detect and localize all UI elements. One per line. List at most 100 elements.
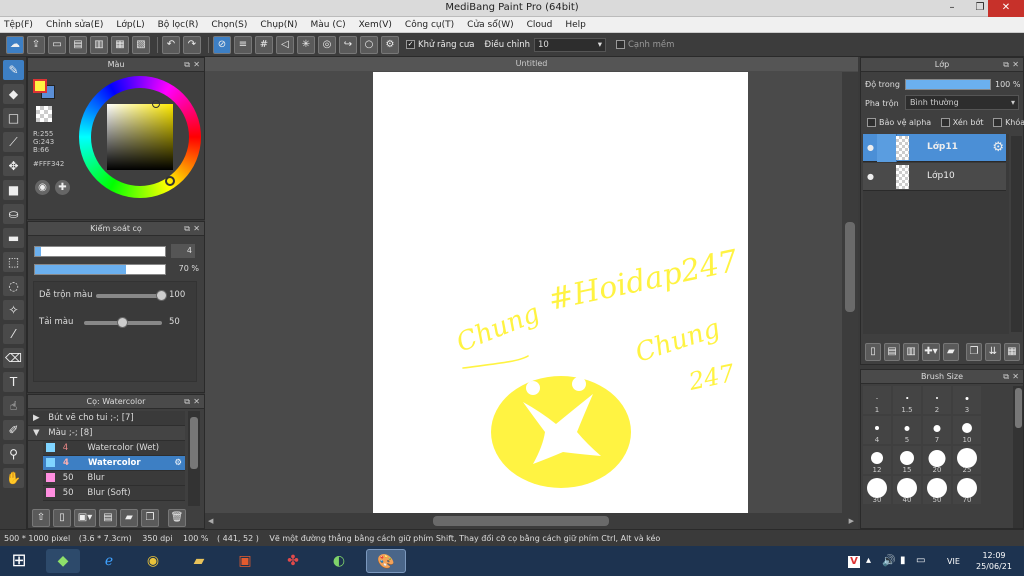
- comment-icon[interactable]: ▭: [48, 35, 66, 54]
- menu-snap[interactable]: Chụp(N): [260, 20, 297, 30]
- eye-icon[interactable]: ●: [867, 143, 874, 152]
- app-green-icon[interactable]: ◐: [322, 549, 356, 573]
- menu-help[interactable]: Help: [565, 20, 586, 30]
- brush-size-bar[interactable]: [34, 246, 166, 257]
- mix-slider-knob[interactable]: [156, 290, 167, 301]
- menu-layer[interactable]: Lớp(L): [116, 20, 144, 30]
- brush-size-cell[interactable]: 15: [893, 446, 921, 474]
- upload-icon[interactable]: ⇪: [27, 35, 45, 54]
- canvas-tab[interactable]: Untitled: [205, 57, 858, 71]
- layer-more-icon[interactable]: ▦: [1003, 343, 1020, 361]
- menu-tools[interactable]: Công cụ(T): [405, 20, 454, 30]
- brush-copy-icon[interactable]: ▤: [99, 509, 117, 527]
- brush-size-cell[interactable]: 25: [953, 446, 981, 474]
- clipping-checkbox[interactable]: Xén bớt: [940, 118, 984, 127]
- brush-group-row[interactable]: ▶ Bút vẽ cho tui ;-; [7]: [28, 411, 185, 426]
- close-panel-icon[interactable]: ✕: [193, 222, 200, 236]
- rect-select-tool-icon[interactable]: □: [3, 108, 24, 128]
- protect-alpha-check-icon[interactable]: [867, 118, 876, 127]
- internet-explorer-icon[interactable]: ℯ: [92, 549, 126, 573]
- curve-snap-icon[interactable]: ↪: [339, 35, 357, 54]
- load-slider[interactable]: [84, 317, 162, 328]
- close-panel-icon[interactable]: ✕: [193, 395, 200, 409]
- chrome-icon[interactable]: ◉: [136, 549, 170, 573]
- close-panel-icon[interactable]: ✕: [193, 58, 200, 72]
- layer-menu-icon[interactable]: ✚▾: [922, 343, 940, 361]
- fill-rect-tool-icon[interactable]: ■: [3, 180, 24, 200]
- trash-icon[interactable]: 🗑: [168, 509, 186, 527]
- brush-size-value[interactable]: 4: [171, 244, 195, 258]
- brush-size-cell[interactable]: 10: [953, 416, 981, 444]
- brush-size-cell[interactable]: 1: [863, 386, 891, 414]
- layer-opacity-bar[interactable]: [905, 79, 991, 90]
- cross-snap-icon[interactable]: #: [255, 35, 273, 54]
- brush-size-cell[interactable]: 2: [923, 386, 951, 414]
- layer-list-scrollbar[interactable]: [1011, 136, 1022, 332]
- brush-opacity-bar[interactable]: [34, 264, 166, 275]
- margin-check-icon[interactable]: [615, 39, 625, 49]
- radial-snap-icon[interactable]: ✳: [297, 35, 315, 54]
- brush-item[interactable]: 50 Blur: [43, 471, 185, 486]
- brush-size-cell[interactable]: 50: [923, 476, 951, 504]
- network-icon[interactable]: ▮: [900, 555, 906, 566]
- move-tool-icon[interactable]: ✥: [3, 156, 24, 176]
- brush-item[interactable]: 50 Blur (Soft): [43, 486, 185, 501]
- canvas-horizontal-scrollbar[interactable]: ◀ ▶: [205, 513, 858, 529]
- eye-icon[interactable]: ●: [867, 172, 874, 181]
- file-explorer-icon[interactable]: ▰: [182, 549, 216, 573]
- layer-settings-gear-icon[interactable]: ⚙: [992, 140, 1004, 155]
- chat-icon[interactable]: ▤: [69, 35, 87, 54]
- brush-size-cell[interactable]: 30: [863, 476, 891, 504]
- divide-tool-icon[interactable]: ✐: [3, 420, 24, 440]
- layer-row[interactable]: ● Lớp10: [863, 163, 1006, 191]
- new-layer-icon[interactable]: ▯: [865, 343, 882, 361]
- merge-layer-icon[interactable]: ⇊: [984, 343, 1001, 361]
- powerpoint-icon[interactable]: ▣: [228, 549, 262, 573]
- menu-view[interactable]: Xem(V): [359, 20, 392, 30]
- pen-tool-icon[interactable]: ⟋: [3, 132, 24, 152]
- canvas-paper[interactable]: #Hoidap247 Chung Chung 247: [373, 72, 748, 513]
- brush-size-cell[interactable]: 7: [923, 416, 951, 444]
- hue-picker-handle[interactable]: [165, 176, 175, 186]
- lock-check-icon[interactable]: [993, 118, 1003, 127]
- tray-expand-icon[interactable]: ▴: [866, 555, 871, 566]
- gradient-tool-icon[interactable]: ▬: [3, 228, 24, 248]
- marquee-tool-icon[interactable]: ⬚: [3, 252, 24, 272]
- lock-checkbox[interactable]: Khóa: [993, 118, 1024, 127]
- new-halftone-layer-icon[interactable]: ▤: [884, 343, 901, 361]
- transparent-color-swatch[interactable]: [36, 106, 52, 122]
- close-panel-icon[interactable]: ✕: [1012, 58, 1019, 72]
- vanishing-snap-icon[interactable]: ◁: [276, 35, 294, 54]
- snap-off-icon[interactable]: ⊘: [213, 35, 231, 54]
- medibang-taskbar-icon[interactable]: 🎨: [366, 549, 406, 573]
- volume-icon[interactable]: 🔊: [882, 554, 896, 567]
- close-panel-icon[interactable]: ✕: [1012, 370, 1019, 384]
- undo-icon[interactable]: ↶: [162, 35, 180, 54]
- magic-wand-tool-icon[interactable]: ✧: [3, 300, 24, 320]
- antivirus-tray-icon[interactable]: V: [848, 556, 860, 568]
- circle-snap-icon[interactable]: ◎: [318, 35, 336, 54]
- document-icon[interactable]: ▥: [90, 35, 108, 54]
- hand-tool-icon[interactable]: ✋: [3, 468, 24, 488]
- detach-icon[interactable]: ⧉: [184, 58, 190, 72]
- adjust-select[interactable]: 10 ▾: [533, 37, 606, 52]
- bucket-tool-icon[interactable]: ⛀: [3, 204, 24, 224]
- brush-tool-icon[interactable]: ✎: [3, 60, 24, 80]
- protect-alpha-checkbox[interactable]: Bảo vệ alpha: [867, 118, 931, 127]
- menu-file[interactable]: Tệp(F): [4, 20, 33, 30]
- antialias-check-icon[interactable]: ✓: [406, 39, 415, 49]
- close-button[interactable]: ✕: [988, 0, 1024, 17]
- minimize-button[interactable]: –: [938, 0, 966, 17]
- brush-item[interactable]: 4 Watercolor ⚙: [43, 456, 185, 471]
- eraser-tool-icon[interactable]: ◆: [3, 84, 24, 104]
- brush-folder-icon[interactable]: ▰: [120, 509, 138, 527]
- canvas-vertical-scrollbar[interactable]: [842, 72, 858, 513]
- brush-size-cell[interactable]: 5: [893, 416, 921, 444]
- brush-size-cell[interactable]: 4: [863, 416, 891, 444]
- taskbar-clock[interactable]: 12:09 25/06/21: [974, 550, 1014, 572]
- brush-group-row[interactable]: ▼ Màu ;-; [8]: [28, 426, 185, 441]
- layers-list-icon[interactable]: ▦: [111, 35, 129, 54]
- eyedropper-tool-icon[interactable]: ⚲: [3, 444, 24, 464]
- layer-row-selected[interactable]: ● Lớp11 ⚙: [863, 134, 1006, 162]
- clipping-check-icon[interactable]: [940, 118, 950, 127]
